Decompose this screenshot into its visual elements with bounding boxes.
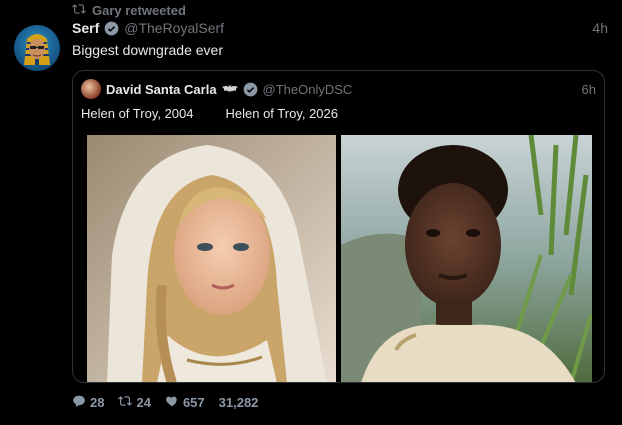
quoted-tweet-header: David Santa Carla @TheOnlyDSC 6h: [81, 79, 596, 99]
retweet-label: Gary retweeted: [92, 3, 186, 18]
heart-icon: [165, 394, 179, 411]
quoted-avatar[interactable]: [81, 79, 101, 99]
retweet-banner[interactable]: Gary retweeted: [72, 2, 186, 19]
like-count: 657: [182, 395, 205, 410]
retweet-count: 24: [136, 395, 151, 410]
quoted-author-handle[interactable]: @TheOnlyDSC: [263, 82, 353, 97]
views[interactable]: 31,282: [219, 395, 259, 410]
quoted-author-name[interactable]: David Santa Carla: [106, 82, 217, 97]
photo-left[interactable]: [87, 135, 336, 382]
tweet-stats: 28 24 657 31,282: [72, 394, 258, 411]
quoted-tweet-time[interactable]: 6h: [582, 82, 596, 97]
like-button[interactable]: 657: [165, 394, 205, 411]
tweet-text: Biggest downgrade ever: [72, 42, 223, 58]
reply-icon: [72, 394, 86, 411]
avatar[interactable]: [14, 25, 60, 71]
quoted-tweet-text: Helen of Troy, 2004 Helen of Troy, 2026: [81, 106, 338, 121]
author-handle[interactable]: @TheRoyalSerf: [124, 20, 224, 36]
caption-left: Helen of Troy, 2004: [81, 106, 194, 121]
view-count: 31,282: [218, 395, 259, 410]
verified-icon: [104, 21, 119, 36]
retweet-icon: [72, 2, 86, 19]
caption-right: Helen of Troy, 2026: [225, 106, 339, 121]
author-name[interactable]: Serf: [72, 20, 99, 36]
quoted-tweet[interactable]: David Santa Carla @TheOnlyDSC 6h Helen o…: [72, 70, 605, 383]
photo-right[interactable]: [341, 135, 592, 382]
portrait-left-image: [87, 135, 336, 382]
tweet-time[interactable]: 4h: [592, 20, 608, 36]
retweet-button[interactable]: 24: [118, 394, 151, 411]
retweet-count-icon: [118, 394, 133, 411]
reply-button[interactable]: 28: [72, 394, 104, 411]
portrait-right-image: [341, 135, 592, 382]
pharaoh-avatar-icon: [24, 34, 50, 65]
bat-emoji-icon: [221, 82, 238, 97]
quoted-verified-icon: [243, 82, 258, 97]
reply-count: 28: [90, 395, 105, 410]
tweet-header: Serf @TheRoyalSerf 4h: [72, 20, 608, 36]
